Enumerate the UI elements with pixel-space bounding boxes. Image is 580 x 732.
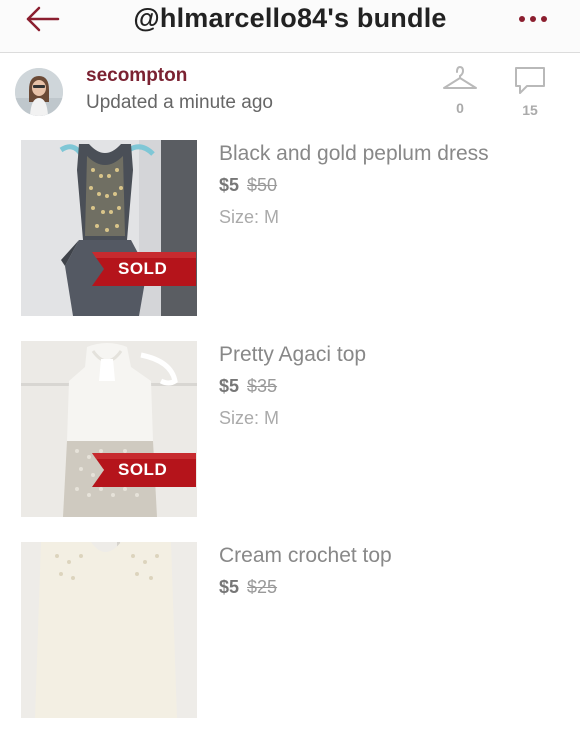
price-row: $5 $50 — [219, 175, 277, 196]
price-row: $5 $25 — [219, 577, 277, 598]
hanger-icon — [443, 65, 477, 89]
item-title[interactable]: Pretty Agaci top — [219, 343, 366, 367]
updated-timestamp: Updated a minute ago — [86, 92, 273, 113]
sold-label: SOLD — [118, 259, 168, 278]
list-item[interactable]: SOLD Pretty Agaci top $5 $35 Size: M — [0, 341, 580, 531]
comments-count: 15 — [522, 102, 538, 118]
sold-badge: SOLD — [92, 453, 196, 487]
likes-button[interactable]: 0 — [440, 65, 480, 116]
sold-badge: SOLD — [92, 252, 196, 286]
more-dots-icon — [519, 16, 547, 22]
top-bar: @hlmarcello84's bundle — [0, 0, 580, 53]
item-original-price: $50 — [247, 175, 278, 195]
item-size: Size: M — [219, 207, 280, 227]
item-photo[interactable] — [21, 341, 197, 517]
item-price: $5 — [219, 376, 240, 396]
comment-icon — [515, 67, 545, 94]
item-price: $5 — [219, 175, 240, 195]
seller-username[interactable]: secompton — [86, 65, 187, 87]
sold-label: SOLD — [118, 460, 168, 479]
comments-button[interactable]: 15 — [510, 65, 550, 118]
price-row: $5 $35 — [219, 376, 277, 397]
page-title: @hlmarcello84's bundle — [133, 3, 447, 33]
item-original-price: $25 — [247, 577, 278, 597]
list-item[interactable]: SOLD Black and gold peplum dress $5 $50 S… — [0, 140, 580, 330]
more-options-button[interactable] — [516, 8, 552, 30]
item-price: $5 — [219, 577, 240, 597]
item-title[interactable]: Black and gold peplum dress — [219, 142, 489, 166]
seller-info: secompton Updated a minute ago 0 15 — [0, 53, 580, 127]
list-item[interactable]: Cream crochet top $5 $25 — [0, 542, 580, 732]
item-photo[interactable] — [21, 140, 197, 316]
likes-count: 0 — [456, 100, 464, 116]
item-title[interactable]: Cream crochet top — [219, 544, 392, 568]
avatar[interactable] — [15, 68, 63, 116]
item-photo[interactable] — [21, 542, 197, 718]
item-original-price: $35 — [247, 376, 278, 396]
item-size: Size: M — [219, 408, 280, 428]
